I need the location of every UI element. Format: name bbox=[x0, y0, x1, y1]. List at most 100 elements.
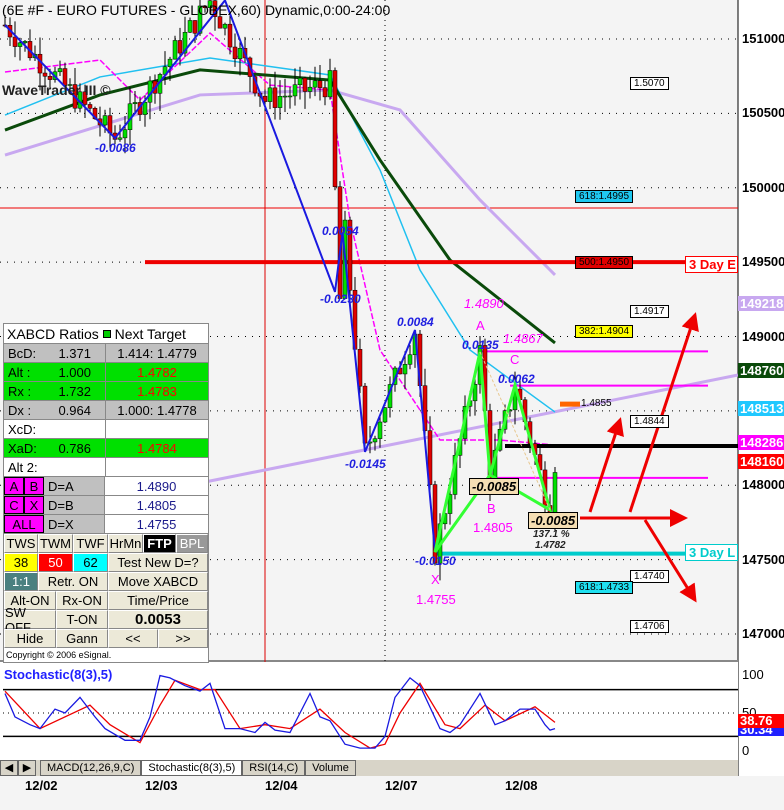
three-day-high-label: 3 Day E bbox=[685, 256, 738, 273]
bpl-button[interactable]: BPL bbox=[176, 534, 208, 553]
candle-body bbox=[287, 95, 293, 98]
candle-body bbox=[292, 84, 298, 97]
test-new-d-button[interactable]: Test New D=? bbox=[108, 553, 208, 572]
ratio-label: Dx : bbox=[8, 402, 32, 418]
axis-label: 151000 bbox=[742, 31, 784, 46]
panel-header: XABCD Ratios Next Target bbox=[4, 324, 189, 343]
ratio-label: BcD: bbox=[8, 345, 37, 361]
ratio-label: Rx : bbox=[8, 383, 32, 399]
b-button[interactable]: B bbox=[24, 477, 44, 495]
fib-382-box: 382:1.4904 bbox=[575, 325, 634, 338]
ratio-target bbox=[106, 420, 208, 438]
watermark: WaveTrader III © bbox=[2, 82, 111, 98]
d-equals-x-value: 1.4755 bbox=[136, 516, 177, 532]
tws-button[interactable]: TWS bbox=[4, 534, 38, 553]
date-label: 12/03 bbox=[145, 778, 178, 793]
tab-macd[interactable]: MACD(12,26,9,C) bbox=[40, 760, 142, 776]
all-button[interactable]: ALL bbox=[4, 515, 44, 533]
candle-body bbox=[42, 72, 48, 77]
point-x-label: X bbox=[431, 572, 440, 587]
tab-stochastic[interactable]: Stochastic(8(3),5) bbox=[141, 760, 243, 776]
move-xabcd-button[interactable]: Move XABCD bbox=[108, 572, 208, 591]
d-equals-b: D=B bbox=[44, 496, 105, 514]
sw-off-button[interactable]: SW OFF bbox=[4, 605, 56, 635]
ratio-62-button[interactable]: 62 bbox=[73, 553, 108, 572]
candle-body bbox=[122, 129, 128, 139]
t-on-button[interactable]: T-ON bbox=[56, 610, 108, 629]
d-equals-b-value: 1.4805 bbox=[136, 497, 177, 513]
tab-volume[interactable]: Volume bbox=[305, 760, 356, 776]
ratio-row: Dx : 0.964 1.000: 1.4778 bbox=[4, 401, 208, 420]
next-button[interactable]: >> bbox=[158, 629, 208, 648]
a-button[interactable]: A bbox=[4, 477, 24, 495]
candle-body bbox=[117, 137, 123, 140]
ratio-value: 1.732 bbox=[58, 383, 91, 399]
axis-label: 147500 bbox=[742, 552, 784, 567]
d-price: 1.4782 bbox=[535, 540, 566, 551]
twm-button[interactable]: TWM bbox=[38, 534, 73, 553]
ratio-value: 0.964 bbox=[58, 402, 91, 418]
ftp-button[interactable]: FTP bbox=[143, 534, 176, 553]
panel-title: XABCD Ratios bbox=[7, 325, 99, 342]
fib-618-box: 618:1.4995 bbox=[575, 190, 634, 203]
candle-body bbox=[17, 42, 23, 47]
indicator-tabs: ◀ ▶ MACD(12,26,9,C) Stochastic(8(3),5) R… bbox=[0, 760, 738, 776]
ratio-50-button[interactable]: 50 bbox=[38, 553, 73, 572]
candle-body bbox=[192, 20, 198, 34]
chart-title: (6E #F - EURO FUTURES - GLOBEX,60) Dynam… bbox=[2, 2, 391, 18]
scroll-right-icon[interactable]: ▶ bbox=[18, 760, 36, 776]
candle-body bbox=[47, 76, 53, 80]
c-button[interactable]: C bbox=[4, 496, 24, 514]
tab-rsi[interactable]: RSI(14,C) bbox=[242, 760, 306, 776]
point-c-label: C bbox=[510, 352, 520, 367]
candle-body bbox=[312, 80, 318, 88]
time-price-button[interactable]: Time/Price bbox=[108, 591, 208, 610]
d-equals-x: D=X bbox=[44, 515, 105, 533]
date-label: 12/07 bbox=[385, 778, 418, 793]
candle-body bbox=[282, 95, 288, 98]
scroll-left-icon[interactable]: ◀ bbox=[0, 760, 18, 776]
magenta-ma-badge: 148286 bbox=[738, 435, 784, 450]
hide-button[interactable]: Hide bbox=[4, 629, 56, 648]
ratio-cell: Alt : 1.000 bbox=[4, 363, 106, 381]
candle-body bbox=[187, 20, 193, 33]
swing-label: -0.0230 bbox=[320, 292, 361, 306]
candle-body bbox=[222, 23, 228, 29]
candle-body bbox=[217, 16, 223, 29]
prev-button[interactable]: << bbox=[108, 629, 158, 648]
x-button[interactable]: X bbox=[24, 496, 44, 514]
twf-button[interactable]: TWF bbox=[73, 534, 108, 553]
candle-body bbox=[172, 40, 178, 60]
ratio-target bbox=[106, 458, 208, 476]
retr-on-button[interactable]: Retr. ON bbox=[38, 572, 108, 591]
ratio-target: 1.4782 bbox=[106, 363, 208, 381]
hrmn-button[interactable]: HrMn bbox=[108, 534, 143, 553]
point-x-price: 1.4755 bbox=[416, 592, 456, 607]
ratio-cell: XcD: bbox=[4, 420, 106, 438]
candle-body bbox=[12, 36, 18, 47]
rx-on-button[interactable]: Rx-ON bbox=[56, 591, 108, 610]
candle-body bbox=[327, 70, 333, 98]
lavender-ma-badge: 149218 bbox=[738, 296, 784, 311]
candle-body bbox=[132, 102, 138, 105]
gann-button[interactable]: Gann bbox=[56, 629, 108, 648]
green-ma-badge: 148760 bbox=[738, 363, 784, 378]
candle-body bbox=[167, 58, 173, 67]
axis-label: 148000 bbox=[742, 477, 784, 492]
point-row-all: ALL D=X 1.4755 bbox=[4, 515, 208, 534]
ratio-label: Alt : bbox=[8, 364, 31, 380]
one-to-one-button[interactable]: 1:1 bbox=[4, 572, 38, 591]
date-label: 12/04 bbox=[265, 778, 298, 793]
ratio-cell: Alt 2: bbox=[4, 458, 106, 476]
swing-label: 0.0084 bbox=[397, 315, 434, 329]
ratio-cell: BcD: 1.371 bbox=[4, 344, 106, 362]
fib-500-box: 500:1.4950 bbox=[575, 256, 634, 269]
xabcd-panel: XABCD Ratios Next Target BcD: 1.371 1.414:… bbox=[3, 323, 209, 663]
ratio-label: XcD: bbox=[8, 421, 37, 437]
candle-body bbox=[372, 438, 378, 443]
swing-label: -0.0086 bbox=[95, 141, 136, 155]
point-row-cx: C X D=B 1.4805 bbox=[4, 496, 208, 515]
ratio-label: XaD: bbox=[8, 440, 37, 456]
ratio-38-button[interactable]: 38 bbox=[4, 553, 38, 572]
next-target-title: Next Target bbox=[114, 325, 186, 342]
